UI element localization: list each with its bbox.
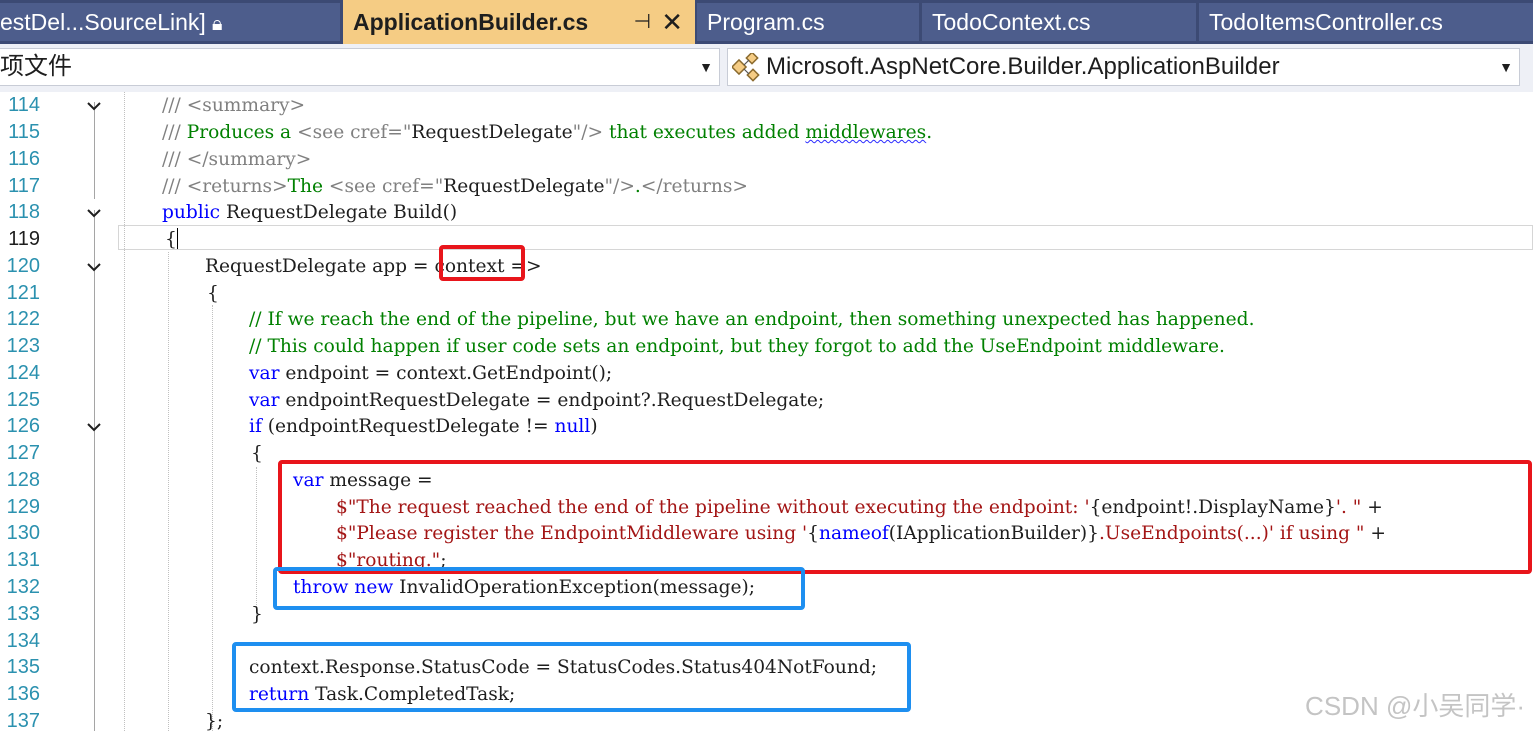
code-line-120: 120 RequestDelegate app = context => (0, 253, 1533, 280)
code-text: if (endpointRequestDelegate != null) (249, 416, 598, 437)
code-line-116: 116 /// </summary> (0, 146, 1533, 173)
code-text: // This could happen if user code sets a… (249, 336, 1225, 357)
line-number: 115 (8, 121, 40, 143)
line-number: 124 (6, 362, 40, 384)
lock-icon: 🔒︎ (211, 13, 223, 35)
line-number: 123 (6, 335, 40, 357)
chevron-down-icon: ▼ (699, 59, 713, 75)
line-number: 131 (6, 549, 40, 571)
text-caret (176, 228, 178, 249)
code-line-117: 117 /// <returns>The <see cref="RequestD… (0, 173, 1533, 200)
code-line-115: 115 /// Produces a <see cref="RequestDel… (0, 119, 1533, 146)
tab-todo-items-controller[interactable]: TodoItemsController.cs (1199, 3, 1533, 41)
line-number: 129 (6, 496, 40, 518)
code-line-118: 118 public RequestDelegate Build() (0, 199, 1533, 226)
line-number: 136 (6, 683, 40, 705)
annotation-box-message (278, 460, 1532, 574)
code-line-124: 124 var endpoint = context.GetEndpoint()… (0, 360, 1533, 387)
code-line-123: 123 // This could happen if user code se… (0, 333, 1533, 360)
line-number: 125 (6, 389, 40, 411)
collapse-icon[interactable] (84, 257, 104, 277)
pin-icon[interactable]: ⊣ (634, 0, 651, 44)
line-number: 135 (6, 656, 40, 678)
code-line-119: 119 { (0, 226, 1533, 253)
tab-source-link[interactable]: estDel...SourceLink] 🔒︎ (0, 3, 340, 41)
line-number: 118 (8, 201, 40, 223)
project-dropdown-value: 项文件 (0, 53, 72, 80)
collapse-icon[interactable] (84, 417, 104, 437)
code-editor[interactable]: 114 /// <summary> 115 /// Produces a <se… (0, 92, 1533, 732)
code-text: { (251, 443, 263, 464)
collapse-icon[interactable] (84, 96, 104, 116)
code-text: { (165, 228, 178, 250)
line-number: 117 (8, 175, 40, 197)
tab-label: ApplicationBuilder.cs (353, 9, 589, 35)
code-text: var endpoint = context.GetEndpoint(); (249, 363, 613, 384)
collapse-icon[interactable] (84, 203, 104, 223)
line-number: 121 (6, 282, 40, 304)
line-number: 130 (6, 522, 40, 544)
tab-label: Program.cs (707, 9, 825, 35)
line-number: 120 (6, 255, 40, 277)
annotation-box-throw (273, 567, 805, 610)
class-icon (732, 52, 760, 82)
code-line-114: 114 /// <summary> (0, 92, 1533, 119)
line-number: 133 (6, 603, 40, 625)
line-number: 132 (6, 576, 40, 598)
code-line-125: 125 var endpointRequestDelegate = endpoi… (0, 387, 1533, 414)
tab-application-builder[interactable]: ApplicationBuilder.cs ⊣ ✕ (343, 0, 695, 44)
line-number: 127 (6, 442, 40, 464)
code-text: /// <summary> (162, 95, 306, 116)
code-text: public RequestDelegate Build() (162, 202, 458, 223)
type-dropdown[interactable]: Microsoft.AspNetCore.Builder.Application… (727, 48, 1520, 86)
tab-program[interactable]: Program.cs (697, 3, 919, 41)
tab-label: TodoItemsController.cs (1209, 9, 1443, 35)
annotation-box-context (439, 245, 525, 281)
line-number: 126 (6, 415, 40, 437)
watermark: CSDN @小吴同学· (1305, 691, 1525, 721)
code-text: /// <returns>The <see cref="RequestDeleg… (162, 176, 748, 197)
code-text: { (207, 283, 219, 304)
line-number: 134 (6, 630, 40, 652)
type-dropdown-value: Microsoft.AspNetCore.Builder.Application… (766, 53, 1280, 80)
line-number: 119 (8, 228, 40, 250)
tab-label: estDel...SourceLink] (0, 9, 206, 35)
navigation-bar: 项文件 ▼ Microsoft.AspNetCore.Builder.Appli… (0, 44, 1533, 93)
code-line-126: 126 if (endpointRequestDelegate != null) (0, 413, 1533, 440)
line-number: 128 (6, 469, 40, 491)
line-number: 122 (6, 308, 40, 330)
code-line-121: 121 { (0, 280, 1533, 307)
close-icon[interactable]: ✕ (661, 0, 683, 44)
line-number: 116 (8, 148, 40, 170)
chevron-down-icon: ▼ (1499, 59, 1513, 75)
annotation-box-return (232, 642, 911, 712)
code-line-122: 122 // If we reach the end of the pipeli… (0, 306, 1533, 333)
code-text: /// Produces a <see cref="RequestDelegat… (162, 122, 933, 143)
code-text: var endpointRequestDelegate = endpoint?.… (249, 390, 825, 411)
line-number: 114 (8, 94, 40, 116)
code-text: // If we reach the end of the pipeline, … (249, 309, 1255, 330)
code-text: } (251, 604, 263, 625)
project-dropdown[interactable]: 项文件 ▼ (0, 48, 720, 86)
tab-label: TodoContext.cs (932, 9, 1091, 35)
code-text: /// </summary> (162, 149, 312, 170)
document-tab-bar: estDel...SourceLink] 🔒︎ ApplicationBuilde… (0, 0, 1533, 44)
tab-todo-context[interactable]: TodoContext.cs (922, 3, 1196, 41)
